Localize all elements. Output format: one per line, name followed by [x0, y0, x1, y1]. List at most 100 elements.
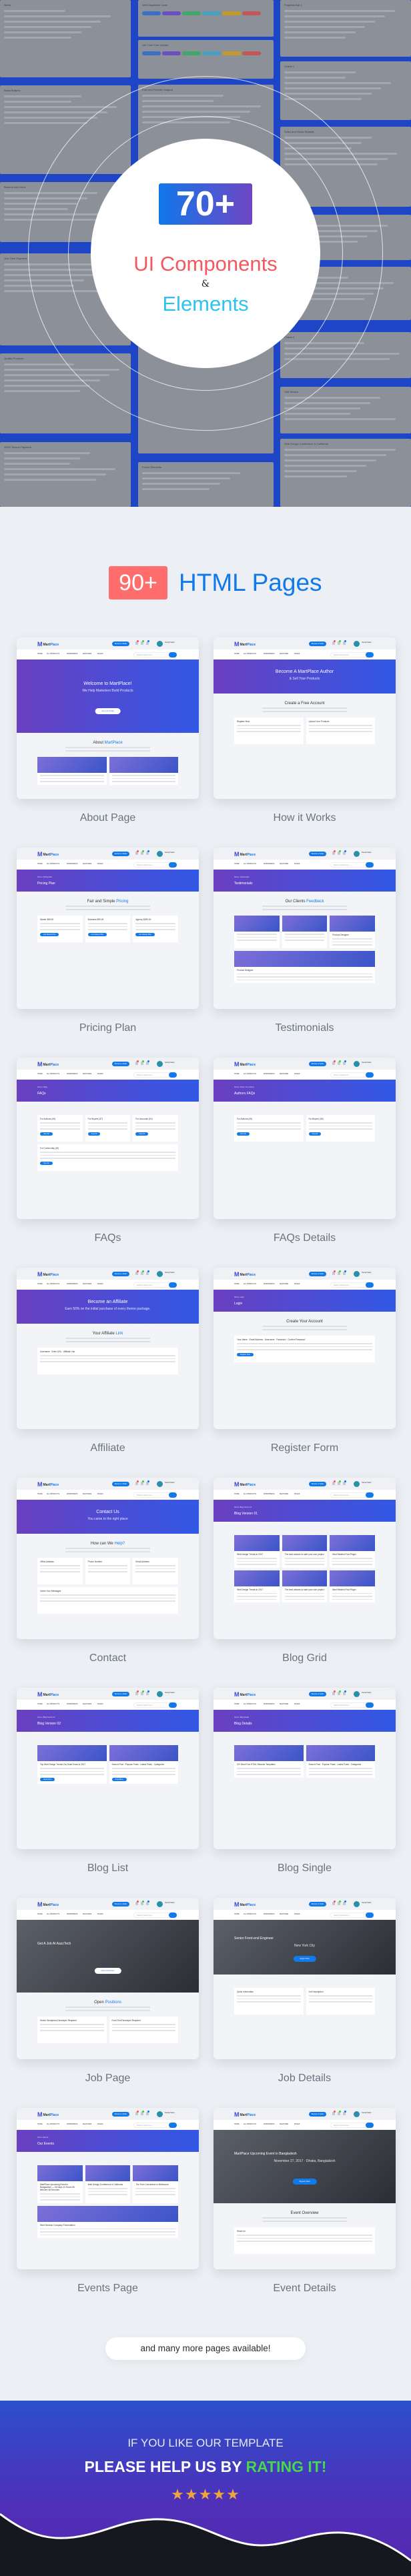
mock-logo: MMartPlace: [37, 1691, 59, 1698]
content-block: Best Related Post Plugin: [330, 1535, 376, 1568]
mock-header: MMartPlace Become a Seller Tauhq Hakim: [17, 1058, 199, 1070]
mock-nav: HOME ALL PRODUCTS WORDPRESS FEATURES PAGES Se…: [17, 2120, 199, 2130]
page-preview-card[interactable]: MMartPlace Become a Seller Tauhq Hakim HOME…: [214, 1058, 396, 1219]
notification-dot: [147, 1900, 149, 1902]
sample-button: [222, 11, 241, 15]
user-name: Tauhq Hakim: [362, 1272, 372, 1274]
page-preview-card[interactable]: MMartPlace Become a Seller Tauhq Hakim HOME…: [214, 848, 396, 1009]
placeholder-line: [142, 488, 210, 490]
page-preview-card[interactable]: MMartPlace Become a Seller Tauhq Hakim HOME…: [214, 1688, 396, 1849]
page-label: Blog Single: [278, 1862, 332, 1874]
star-icon[interactable]: ★: [171, 2486, 185, 2503]
content-grid: Your Name · Email Address · Username · P…: [234, 1336, 375, 1362]
block-title: For Accounts (15): [135, 1118, 153, 1120]
become-seller-button: Become a Seller: [112, 852, 129, 856]
star-icon[interactable]: ★: [185, 2486, 199, 2503]
nav-item: PAGES: [97, 2123, 103, 2125]
placeholder-line: [332, 1598, 373, 1600]
mock-body: Quick Information Job Description: [214, 1975, 396, 2015]
page-label: Pricing Plan: [79, 1022, 137, 1034]
mock-hero: Home / Login Login: [214, 1290, 396, 1312]
page-preview-card[interactable]: MMartPlace Become a Seller Tauhq Hakim HOME…: [17, 1268, 199, 1429]
logo-accent: Place: [50, 2113, 59, 2117]
placeholder-line: [237, 976, 372, 978]
preview-image: [109, 757, 178, 773]
placeholder-line: [284, 1564, 325, 1565]
page-preview-card[interactable]: MMartPlace Become a Seller Tauhq Hakim HOME…: [17, 637, 199, 799]
notification-dot: [334, 640, 336, 642]
page-preview-card[interactable]: MMartPlace Become a Seller Tauhq Hakim HOME…: [17, 1478, 199, 1639]
page-label: Register Form: [270, 1442, 339, 1454]
tile-title: Charts 1: [284, 65, 295, 68]
search-button: [169, 2123, 177, 2128]
page-preview-card[interactable]: MMartPlace Become a Seller Tauhq Hakim HOME…: [17, 1058, 199, 1219]
placeholder-line: [308, 725, 372, 726]
content-block: Register Now: [234, 718, 304, 744]
preview-image: [37, 1745, 107, 1761]
notification-dot: [142, 1690, 144, 1692]
user-name: Tauhq Hakim: [165, 2112, 175, 2114]
page-preview-card[interactable]: MMartPlace Become a Seller Tauhq Hakim HOME…: [17, 1688, 199, 1849]
nav-item: WORDPRESS: [264, 1283, 275, 1285]
tile-title: Life Time Free Update: [142, 43, 169, 47]
page-preview-card[interactable]: MMartPlace Become a Seller Tauhq Hakim HOME…: [17, 2108, 199, 2269]
placeholder-line: [40, 1571, 80, 1572]
content-grid: For Authors (45) View All For Buyers (36) V…: [234, 1115, 375, 1142]
avatar: [354, 641, 360, 647]
placeholder-line: [284, 98, 362, 100]
notification-dot: [339, 1690, 341, 1692]
user-name: Tauhq Hakim: [362, 1902, 372, 1904]
star-rating[interactable]: ★★★★★: [0, 2486, 411, 2503]
placeholder-line: [284, 454, 386, 456]
nav-item: ALL PRODUCTS: [47, 2123, 60, 2125]
avatar: [157, 1061, 163, 1067]
placeholder-line: [4, 468, 116, 470]
content-block: Phone Number: [85, 1558, 131, 1584]
become-seller-button: Become a Seller: [112, 1902, 129, 1906]
nav-item: HOME: [37, 1913, 43, 1915]
nav-item: HOME: [234, 2123, 240, 2125]
notification-dot: [142, 850, 144, 852]
mock-body: Fair and Simple Pricing Starter $69.00 Get…: [17, 892, 199, 942]
user-name: Tauhq Hakim: [362, 1062, 372, 1064]
mock-body: Top Web Design Trends You Must Know in 2…: [17, 1732, 199, 1784]
section-heading: Create Your Account: [286, 1320, 323, 1324]
placeholder-line: [284, 21, 376, 23]
avatar: [157, 1901, 163, 1907]
placeholder-line: [135, 1125, 176, 1126]
star-icon[interactable]: ★: [212, 2486, 226, 2503]
placeholder-line: [4, 15, 111, 17]
search-button: [366, 1912, 374, 1918]
nav-item: PAGES: [294, 863, 300, 865]
nav-item: FEATURES: [83, 1283, 92, 1285]
page-preview-card[interactable]: MMartPlace Become a Seller Tauhq Hakim HOME…: [17, 848, 199, 1009]
star-icon[interactable]: ★: [226, 2486, 240, 2503]
notification-dot: [334, 850, 336, 852]
nav-item: HOME: [234, 1073, 240, 1075]
page-preview-card[interactable]: MMartPlace Become a Seller Tauhq Hakim HOME…: [214, 1898, 396, 2059]
mock-nav: HOME ALL PRODUCTS WORDPRESS FEATURES PAGES Se…: [17, 1280, 199, 1290]
notification-dot: [142, 640, 144, 642]
content-block: [109, 757, 178, 785]
logo-accent: Place: [50, 643, 59, 647]
hero-button: Apply Now: [293, 1956, 316, 1963]
page-preview-card[interactable]: MMartPlace Become a Seller Tauhq Hakim HOME…: [214, 637, 396, 799]
logo-mark: M: [234, 1901, 240, 1908]
sample-button: [142, 51, 161, 55]
mock-header: MMartPlace Become a Seller Tauhq Hakim: [214, 1898, 396, 1910]
notification-dot: [339, 2111, 341, 2113]
page-preview-card[interactable]: MMartPlace Become a Seller Tauhq Hakim HOME…: [214, 1478, 396, 1639]
star-icon[interactable]: ★: [199, 2486, 213, 2503]
placeholder-line: [111, 1774, 175, 1775]
sample-button: [222, 51, 241, 55]
block-title: The best advices to start your own proje…: [284, 1588, 324, 1591]
placeholder-line: [40, 1361, 175, 1362]
placeholder-line: [87, 1571, 128, 1572]
content-grid: MartPlace Upcoming Event in Bangladesh —…: [37, 2165, 179, 2238]
avatar: [354, 2111, 360, 2117]
page-preview-card[interactable]: MMartPlace Become a Seller Tauhq Hakim HOME…: [214, 1268, 396, 1429]
placeholder-line: [40, 2027, 104, 2028]
page-preview-card[interactable]: MMartPlace Become a Seller Tauhq Hakim HOME…: [214, 2108, 396, 2269]
page-preview-card[interactable]: MMartPlace Become a Seller Tauhq Hakim HOME…: [17, 1898, 199, 2059]
placeholder-line: [262, 711, 347, 712]
